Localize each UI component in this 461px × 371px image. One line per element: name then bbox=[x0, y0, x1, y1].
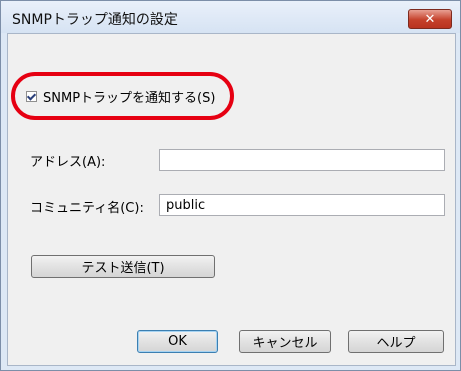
title-bar[interactable]: SNMPトラップ通知の設定 ✕ bbox=[1, 1, 460, 33]
ok-button[interactable]: OK bbox=[137, 330, 218, 353]
notify-checkbox[interactable] bbox=[26, 90, 37, 102]
address-input[interactable] bbox=[159, 149, 445, 171]
notify-checkbox-label: SNMPトラップを通知する(S) bbox=[43, 90, 216, 106]
close-button[interactable]: ✕ bbox=[408, 9, 452, 29]
cancel-label: キャンセル bbox=[252, 336, 318, 351]
help-label: ヘルプ bbox=[376, 336, 416, 351]
test-send-label: テスト送信(T) bbox=[81, 261, 165, 276]
help-button[interactable]: ヘルプ bbox=[348, 330, 444, 353]
community-input[interactable] bbox=[159, 194, 445, 216]
community-label: コミュニティ名(C): bbox=[30, 201, 144, 216]
test-send-button[interactable]: テスト送信(T) bbox=[31, 255, 215, 278]
dialog-window: SNMPトラップ通知の設定 ✕ bbox=[0, 0, 461, 371]
ok-label: OK bbox=[168, 334, 187, 349]
dialog-title: SNMPトラップ通知の設定 bbox=[12, 12, 178, 28]
cancel-button[interactable]: キャンセル bbox=[239, 330, 331, 353]
address-label: アドレス(A): bbox=[30, 155, 106, 170]
notify-checkbox-row[interactable]: SNMPトラップを通知する(S) bbox=[26, 87, 216, 106]
close-icon: ✕ bbox=[424, 11, 436, 27]
